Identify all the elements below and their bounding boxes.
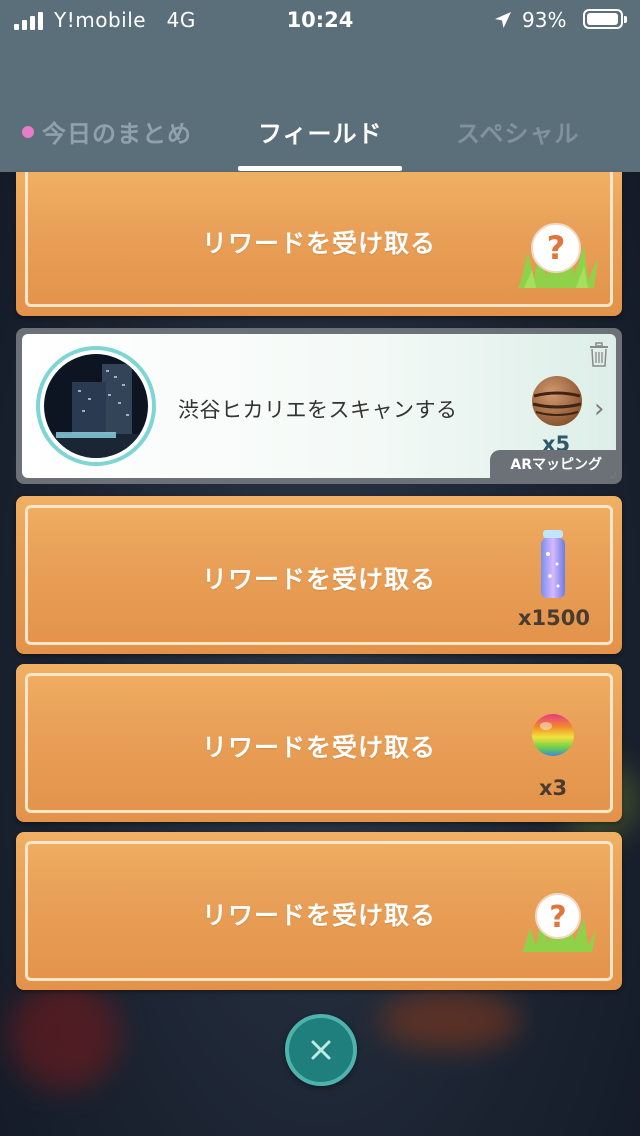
mystery-encounter-icon: ? xyxy=(522,888,596,952)
mystery-encounter-icon: ? xyxy=(518,220,598,288)
battery-icon xyxy=(583,9,627,29)
reward-card[interactable]: リワードを受け取る x1500 xyxy=(16,496,622,654)
pokestop-photo xyxy=(36,346,156,466)
tab-bar: 今日のまとめ フィールド スペシャル xyxy=(0,104,640,172)
notification-dot-icon xyxy=(22,125,34,138)
reward-card[interactable]: リワードを受け取る ? xyxy=(16,832,622,990)
claim-reward-label: リワードを受け取る xyxy=(201,565,436,594)
battery-percent: 93% xyxy=(522,8,567,32)
background-blur xyxy=(380,990,520,1050)
background-blur xyxy=(10,980,120,1090)
building-photo-icon xyxy=(44,354,148,458)
tab-field[interactable]: フィールド xyxy=(258,114,383,149)
stardust-icon xyxy=(541,530,565,598)
ar-mapping-badge: ARマッピング xyxy=(490,450,616,478)
header: Y!mobile 4G 10:24 93% 今日のまとめ フィールド スペシャル xyxy=(0,0,640,172)
tab-special[interactable]: スペシャル xyxy=(456,114,579,149)
rare-candy-icon xyxy=(532,714,574,756)
status-bar: Y!mobile 4G 10:24 93% xyxy=(0,0,640,40)
tab-label: 今日のまとめ xyxy=(42,120,192,148)
beast-ball-icon xyxy=(532,376,582,426)
trash-icon[interactable] xyxy=(588,342,610,368)
active-tab-indicator xyxy=(238,166,402,171)
tab-today-summary[interactable]: 今日のまとめ xyxy=(22,114,192,149)
reward-card[interactable]: リワードを受け取る ? xyxy=(16,172,622,316)
location-arrow-icon xyxy=(495,12,511,28)
svg-text:?: ? xyxy=(549,900,566,935)
close-button[interactable] xyxy=(285,1014,357,1086)
reward-quantity: x1500 xyxy=(518,606,590,630)
close-icon xyxy=(311,1040,331,1060)
field-research-task[interactable]: 渋谷ヒカリエをスキャンする x5 › ARマッピング xyxy=(16,328,622,484)
chevron-right-icon[interactable]: › xyxy=(594,394,604,424)
quest-title: 渋谷ヒカリエをスキャンする xyxy=(178,398,458,422)
reward-card[interactable]: リワードを受け取る x3 xyxy=(16,664,622,822)
svg-text:?: ? xyxy=(547,229,566,267)
reward-quantity: x3 xyxy=(539,776,568,800)
